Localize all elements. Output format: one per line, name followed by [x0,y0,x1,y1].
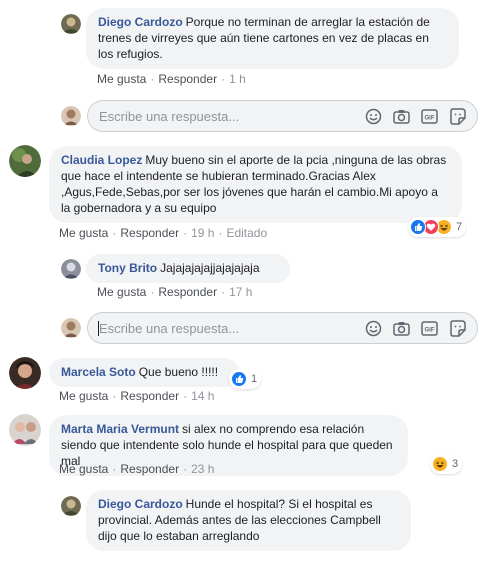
gif-icon[interactable]: GIF [420,319,439,338]
comment-bubble: Claudia Lopez Muy bueno sin el aporte de … [49,146,462,223]
separator-dot: · [183,226,188,240]
timestamp[interactable]: 23 h [191,462,214,476]
like-icon [410,219,426,235]
separator-dot: · [218,226,223,240]
haha-icon [432,456,448,472]
avatar[interactable] [9,414,41,446]
svg-text:GIF: GIF [425,116,435,122]
reaction-count: 7 [456,221,463,233]
separator-dot: · [150,72,155,86]
avatar [61,106,81,126]
sticker-icon[interactable] [448,107,467,126]
like-link[interactable]: Me gusta [59,389,108,403]
comment-author[interactable]: Marta Maria Vermunt [61,422,179,436]
timestamp[interactable]: 17 h [229,285,252,299]
separator-dot: · [183,389,188,403]
separator-dot: · [112,389,117,403]
reply-link[interactable]: Responder [120,226,179,240]
gif-icon[interactable]: GIF [420,107,439,126]
separator-dot: · [183,462,188,476]
comment-actions: Me gusta · Responder · 23 h [59,462,214,476]
avatar[interactable] [9,145,41,177]
comment-bubble: Diego Cardozo Porque no terminan de arreg… [86,8,459,69]
comment-author[interactable]: Diego Cardozo [98,497,183,511]
like-link[interactable]: Me gusta [59,462,108,476]
comment-text: Jajajajajajjajajajaja [160,261,260,275]
like-icon [231,371,247,387]
comment-text: Que bueno !!!!! [138,365,219,379]
comment-author[interactable]: Claudia Lopez [61,153,142,167]
camera-icon[interactable] [392,319,411,338]
camera-icon[interactable] [392,107,411,126]
avatar [61,318,81,338]
comment-bubble: Diego Cardozo Hunde el hospital? Si el ho… [86,490,411,551]
reply-input[interactable] [99,319,349,337]
comment-actions: Me gusta · Responder · 1 h [97,72,246,86]
comment-bubble: Tony Brito Jajajajajajjajajajaja [86,254,290,283]
timestamp[interactable]: 1 h [229,72,246,86]
like-link[interactable]: Me gusta [97,72,146,86]
emoji-icon[interactable] [364,319,383,338]
separator-dot: · [112,226,117,240]
reply-tools: GIF [364,107,467,126]
reply-tools: GIF [364,319,467,338]
comment-author[interactable]: Tony Brito [98,261,157,275]
comment-author[interactable]: Diego Cardozo [98,15,183,29]
reaction-summary[interactable]: 7 [408,217,467,237]
avatar[interactable] [9,357,41,389]
svg-text:GIF: GIF [425,328,435,334]
comment-actions: Me gusta · Responder · 14 h [59,389,214,403]
separator-dot: · [221,285,226,299]
like-link[interactable]: Me gusta [97,285,146,299]
comment-bubble: Marcela Soto Que bueno !!!!! [49,358,239,387]
separator-dot: · [150,285,155,299]
reply-box[interactable]: GIF [87,312,478,344]
comment-actions: Me gusta · Responder · 17 h [97,285,252,299]
comment-author[interactable]: Marcela Soto [61,365,136,379]
reply-link[interactable]: Responder [120,462,179,476]
timestamp[interactable]: 19 h [191,226,214,240]
edited-label[interactable]: Editado [226,226,267,240]
comment-actions: Me gusta · Responder · 19 h · Editado [59,226,267,240]
reply-link[interactable]: Responder [158,285,217,299]
avatar[interactable] [61,14,81,34]
reaction-summary[interactable]: 1 [229,369,262,389]
reply-box[interactable]: GIF [87,100,478,132]
reply-link[interactable]: Responder [158,72,217,86]
reaction-count: 3 [452,458,459,470]
reaction-count: 1 [251,373,258,385]
reply-link[interactable]: Responder [120,389,179,403]
reaction-summary[interactable]: 3 [430,454,463,474]
avatar[interactable] [61,259,81,279]
reply-input[interactable] [99,107,349,125]
like-link[interactable]: Me gusta [59,226,108,240]
separator-dot: · [112,462,117,476]
emoji-icon[interactable] [364,107,383,126]
sticker-icon[interactable] [448,319,467,338]
avatar[interactable] [61,496,81,516]
separator-dot: · [221,72,226,86]
timestamp[interactable]: 14 h [191,389,214,403]
